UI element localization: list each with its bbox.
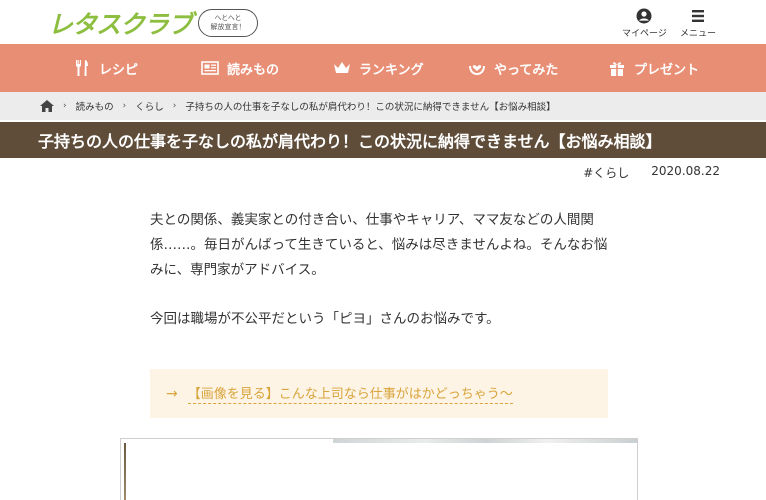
nav-label: プレゼント: [634, 62, 700, 78]
logo-badge: へとへと 解放宣言！: [198, 9, 259, 37]
home-icon[interactable]: [40, 100, 54, 112]
crown-icon: [334, 62, 350, 73]
breadcrumb: › 読みもの › くらし › 子持ちの人の仕事を子なしの私が肩代わり！この状況に…: [0, 92, 766, 120]
badge-line-1: へとへと: [214, 14, 242, 22]
nav-item-tried[interactable]: やってみた: [468, 44, 558, 92]
site-logo[interactable]: レタスクラブ へとへと 解放宣言！: [48, 6, 259, 40]
nav-item-recipe[interactable]: レシピ: [73, 44, 138, 92]
article-title: 子持ちの人の仕事を子なしの私が肩代わり！この状況に納得できません【お悩み相談】: [38, 132, 662, 151]
main-nav: レシピ 読みもの ランキング やってみた プレゼント: [0, 44, 766, 92]
badge-line-2: 解放宣言！: [210, 23, 246, 31]
newspaper-icon: [201, 61, 219, 75]
nav-label: 読みもの: [227, 62, 280, 78]
nav-label: やってみた: [494, 62, 559, 78]
mypage-label: マイページ: [622, 29, 667, 39]
breadcrumb-item-current: 子持ちの人の仕事を子なしの私が肩代わり！この状況に納得できません【お悩み相談】: [185, 102, 556, 113]
image-link-text[interactable]: 【画像を見る】こんな上司なら仕事がはかどっちゃう〜: [187, 383, 513, 404]
image-content: [333, 439, 637, 443]
breadcrumb-item-read[interactable]: 読みもの: [76, 99, 114, 113]
article-paragraph: 夫との関係、義実家との付き合い、仕事やキャリア、ママ友などの人間関係……。毎日が…: [150, 212, 608, 278]
hamburger-icon: [692, 10, 704, 22]
image-content: [124, 443, 126, 500]
gift-icon: [610, 62, 624, 76]
article-body: 夫との関係、義実家との付き合い、仕事やキャリア、ママ友などの人間関係……。毎日が…: [150, 208, 616, 332]
user-icon: [636, 8, 652, 24]
hands-heart-icon: [469, 65, 485, 75]
nav-item-present[interactable]: プレゼント: [608, 44, 699, 92]
nav-item-read[interactable]: 読みもの: [201, 44, 279, 92]
chevron-right-icon: ›: [63, 101, 67, 111]
breadcrumb-item-life[interactable]: くらし: [135, 99, 164, 113]
article-image: [120, 438, 638, 500]
chevron-right-icon: ›: [122, 101, 127, 111]
article-paragraph: 今回は職場が不公平だという「ピヨ」さんのお悩みです。: [150, 311, 500, 327]
site-header: レタスクラブ へとへと 解放宣言！ マイページ メニュー: [0, 0, 766, 44]
logo-text: レタスクラブ: [48, 10, 193, 39]
article-title-bar: 子持ちの人の仕事を子なしの私が肩代わり！この状況に納得できません【お悩み相談】: [0, 122, 766, 158]
nav-label: ランキング: [359, 62, 424, 78]
image-link-box[interactable]: → 【画像を見る】こんな上司なら仕事がはかどっちゃう〜: [150, 369, 608, 418]
arrow-right-icon: →: [166, 385, 178, 402]
chevron-right-icon: ›: [172, 101, 177, 111]
article-meta: #くらし 2020.08.22: [583, 164, 720, 181]
article-tag[interactable]: #くらし: [583, 164, 629, 181]
mypage-button[interactable]: マイページ: [622, 8, 667, 39]
menu-button[interactable]: メニュー: [680, 8, 716, 39]
nav-label: レシピ: [99, 62, 139, 78]
nav-item-ranking[interactable]: ランキング: [333, 44, 424, 92]
menu-label: メニュー: [680, 29, 717, 39]
article-date: 2020.08.22: [651, 164, 720, 178]
fork-knife-icon: [75, 60, 88, 76]
